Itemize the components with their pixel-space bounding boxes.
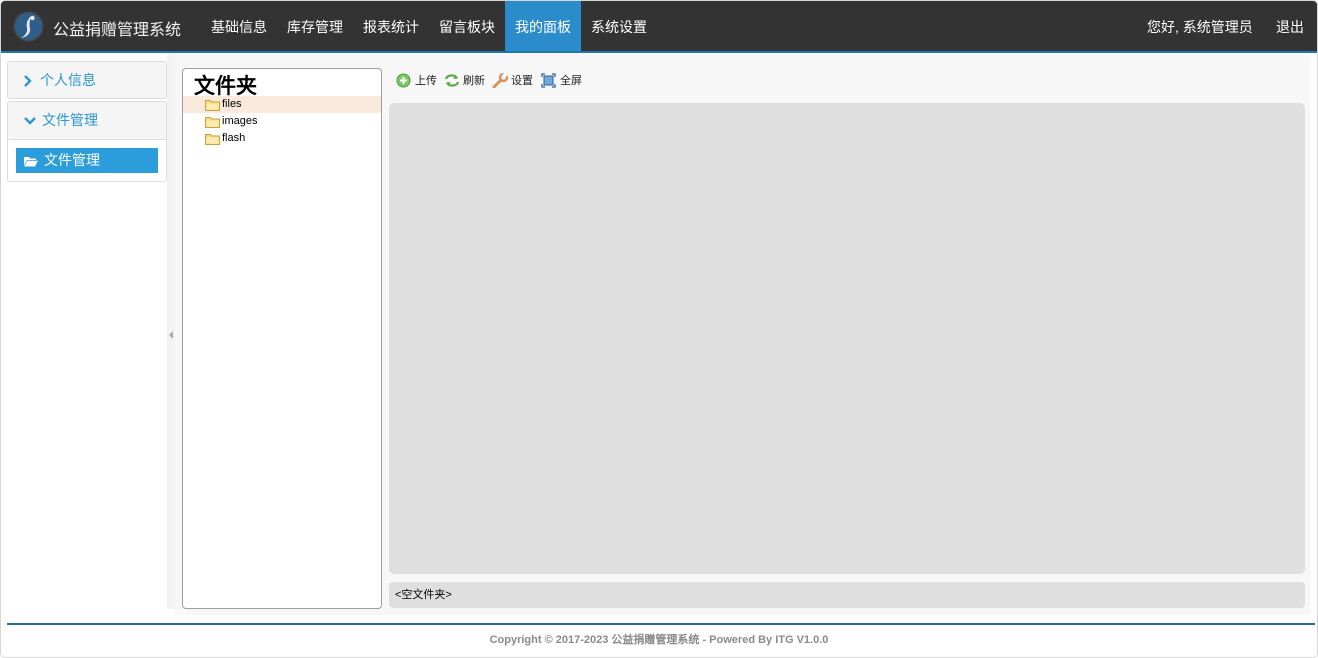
nav-item-basic-info[interactable]: 基础信息: [201, 1, 277, 51]
sidebar-panel-personal-info: 个人信息: [7, 61, 167, 99]
sidebar-item-label: 文件管理: [44, 152, 100, 168]
sidebar-item-file-management[interactable]: 文件管理: [16, 148, 158, 173]
page: 公益捐赠管理系统 基础信息 库存管理 报表统计 留言板块 我的面板 系统设置 您…: [0, 0, 1318, 658]
nav-item-my-panel[interactable]: 我的面板: [505, 1, 581, 51]
fullscreen-label: 全屏: [560, 75, 582, 87]
nav-item-system-settings[interactable]: 系统设置: [581, 1, 657, 51]
tree-node-flash[interactable]: flash: [183, 130, 381, 147]
folder-tree-panel: 文件夹 files images flash: [182, 68, 382, 609]
status-bar: <空文件夹>: [389, 582, 1305, 608]
file-list-area[interactable]: [389, 103, 1305, 574]
settings-label: 设置: [511, 75, 533, 87]
tree-node-label: files: [222, 98, 242, 110]
app-title: 公益捐赠管理系统: [53, 22, 182, 39]
footer-divider: [7, 623, 1315, 625]
sidebar: 个人信息 文件管理 文件管理: [1, 53, 167, 609]
refresh-label: 刷新: [463, 75, 485, 87]
add-icon: [396, 73, 411, 88]
footer-copyright: Copyright © 2017-2023 公益捐赠管理系统 - Powered…: [489, 634, 829, 646]
nav-item-inventory[interactable]: 库存管理: [277, 1, 353, 51]
status-text: <空文件夹>: [395, 589, 452, 601]
fullscreen-icon: [541, 73, 556, 88]
sidebar-panel-label: 文件管理: [42, 112, 98, 128]
refresh-button[interactable]: 刷新: [444, 70, 486, 92]
fullscreen-button[interactable]: 全屏: [541, 70, 583, 92]
tree-node-label: flash: [222, 132, 246, 144]
wrench-icon: [492, 73, 508, 88]
tree-node-images[interactable]: images: [183, 113, 381, 130]
tree-node-label: images: [222, 115, 258, 127]
main-content: 文件夹 files images flash 上传 刷新 设置 全屏 <空文件夹…: [175, 53, 1311, 615]
upload-label: 上传: [415, 75, 437, 87]
nav-item-message-board[interactable]: 留言板块: [429, 1, 505, 51]
folder-icon: [205, 134, 220, 145]
sidebar-panel-header[interactable]: 文件管理: [8, 102, 166, 139]
collapse-arrow-icon: [169, 331, 173, 339]
folder-icon: [205, 117, 220, 128]
folder-icon: [205, 100, 220, 111]
sidebar-panel-body: 文件管理: [8, 139, 166, 181]
chevron-down-icon: [24, 117, 36, 125]
sidebar-panel-header[interactable]: 个人信息: [8, 62, 166, 98]
refresh-icon: [444, 74, 460, 87]
upload-button[interactable]: 上传: [396, 70, 438, 92]
sidebar-collapse-handle[interactable]: [167, 53, 175, 609]
top-navbar: 公益捐赠管理系统 基础信息 库存管理 报表统计 留言板块 我的面板 系统设置 您…: [1, 1, 1317, 53]
settings-button[interactable]: 设置: [492, 70, 534, 92]
sidebar-panel-label: 个人信息: [40, 72, 96, 88]
sidebar-panel-file-management: 文件管理 文件管理: [7, 101, 167, 182]
logo-icon: [13, 11, 44, 42]
user-greeting[interactable]: 您好, 系统管理员: [1147, 1, 1253, 51]
nav-item-reports[interactable]: 报表统计: [353, 1, 429, 51]
chevron-right-icon: [24, 75, 32, 88]
folder-open-icon: [24, 156, 38, 167]
tree-node-files[interactable]: files: [183, 96, 381, 113]
logout-link[interactable]: 退出: [1276, 1, 1304, 51]
